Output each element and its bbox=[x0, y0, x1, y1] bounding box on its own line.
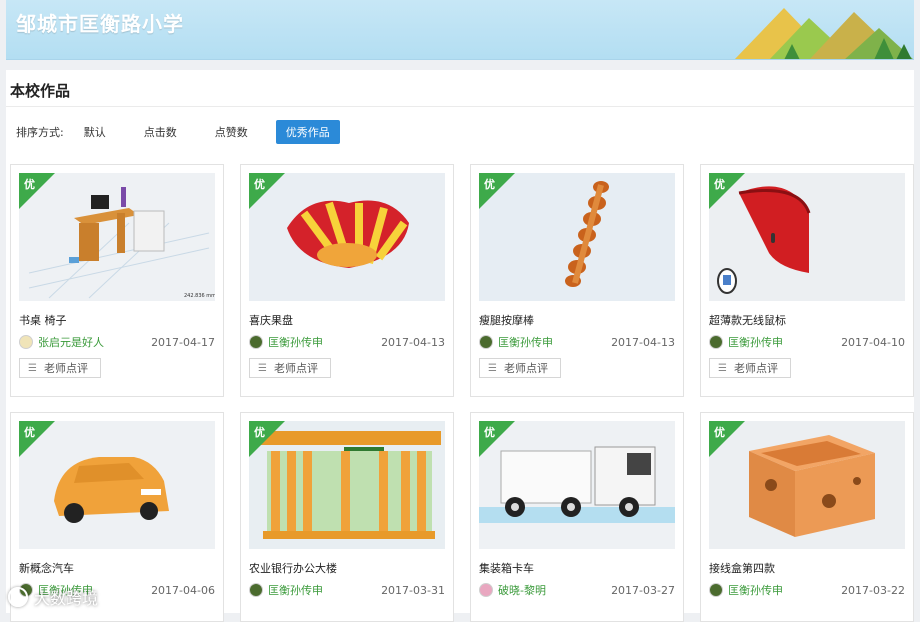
teacher-review-button[interactable]: ☰ 老师点评 bbox=[709, 358, 791, 378]
work-date: 2017-03-22 bbox=[841, 583, 905, 597]
work-thumbnail[interactable]: 优 bbox=[249, 421, 445, 549]
work-meta: 破晓-黎明 2017-03-27 bbox=[479, 581, 675, 599]
excellent-badge-label: 优 bbox=[484, 426, 495, 439]
teacher-review-button[interactable]: ☰ 老师点评 bbox=[249, 358, 331, 378]
work-title[interactable]: 新概念汽车 bbox=[19, 560, 74, 576]
teacher-review-label: 老师点评 bbox=[503, 362, 548, 375]
work-meta: 匡衡孙传申 2017-04-10 bbox=[709, 333, 905, 351]
work-title[interactable]: 集装箱卡车 bbox=[479, 560, 534, 576]
excellent-badge-label: 优 bbox=[24, 426, 35, 439]
work-thumbnail[interactable]: 优 bbox=[479, 421, 675, 549]
list-icon: ☰ bbox=[28, 362, 37, 374]
sort-option-default[interactable]: 默认 bbox=[74, 120, 116, 144]
teacher-review-button[interactable]: ☰ 老师点评 bbox=[479, 358, 561, 378]
work-thumbnail[interactable]: 242.836 mm 优 bbox=[19, 173, 215, 301]
author-name[interactable]: 匡衡孙传申 bbox=[728, 582, 783, 598]
work-thumbnail[interactable]: 优 bbox=[709, 173, 905, 301]
work-card[interactable]: 优 接线盒第四款 匡衡孙传申 2017-03-22 bbox=[700, 412, 914, 622]
work-title[interactable]: 超薄款无线鼠标 bbox=[709, 312, 786, 328]
excellent-badge-label: 优 bbox=[254, 178, 265, 191]
excellent-badge-label: 优 bbox=[254, 426, 265, 439]
author-name[interactable]: 匡衡孙传申 bbox=[268, 582, 323, 598]
work-title[interactable]: 喜庆果盘 bbox=[249, 312, 293, 328]
mountain-scenery-icon bbox=[734, 8, 913, 59]
work-thumbnail[interactable]: 优 bbox=[709, 421, 905, 549]
divider bbox=[6, 106, 914, 107]
watermark-logo-icon bbox=[8, 587, 28, 607]
school-name: 邹城市匡衡路小学 bbox=[16, 12, 184, 36]
work-meta: 匡衡孙传申 2017-03-31 bbox=[249, 581, 445, 599]
author-name[interactable]: 匡衡孙传申 bbox=[268, 334, 323, 350]
avatar[interactable] bbox=[19, 335, 33, 349]
list-icon: ☰ bbox=[258, 362, 267, 374]
sort-label: 排序方式: bbox=[16, 126, 64, 139]
teacher-review-button[interactable]: ☰ 老师点评 bbox=[19, 358, 101, 378]
work-title[interactable]: 农业银行办公大楼 bbox=[249, 560, 337, 576]
work-meta: 匡衡孙传申 2017-04-13 bbox=[249, 333, 445, 351]
work-date: 2017-04-10 bbox=[841, 335, 905, 349]
work-meta: 匡衡孙传申 2017-04-13 bbox=[479, 333, 675, 351]
work-meta: 匡衡孙传申 2017-03-22 bbox=[709, 581, 905, 599]
work-card[interactable]: 优 瘦腿按摩棒 匡衡孙传申 2017-04-13 ☰ 老师点评 bbox=[470, 164, 684, 397]
work-date: 2017-04-13 bbox=[611, 335, 675, 349]
work-card[interactable]: 242.836 mm 优 书桌 椅子 张启元是好人 2017-04-17 ☰ 老… bbox=[10, 164, 224, 397]
avatar[interactable] bbox=[479, 583, 493, 597]
work-date: 2017-04-13 bbox=[381, 335, 445, 349]
work-date: 2017-04-06 bbox=[151, 583, 215, 597]
work-thumbnail[interactable]: 优 bbox=[479, 173, 675, 301]
work-card[interactable]: 优 农业银行办公大楼 匡衡孙传申 2017-03-31 bbox=[240, 412, 454, 622]
work-thumbnail[interactable]: 优 bbox=[249, 173, 445, 301]
sort-bar: 排序方式: 默认 点击数 点赞数 优秀作品 bbox=[16, 120, 358, 144]
sort-option-clicks[interactable]: 点击数 bbox=[134, 120, 187, 144]
work-card[interactable]: 优 喜庆果盘 匡衡孙传申 2017-04-13 ☰ 老师点评 bbox=[240, 164, 454, 397]
section-title: 本校作品 bbox=[10, 82, 71, 100]
author-name[interactable]: 破晓-黎明 bbox=[498, 582, 546, 598]
header-banner: 邹城市匡衡路小学 bbox=[6, 0, 914, 60]
svg-text:242.836 mm: 242.836 mm bbox=[184, 293, 215, 299]
work-title[interactable]: 书桌 椅子 bbox=[19, 312, 67, 328]
avatar[interactable] bbox=[249, 335, 263, 349]
excellent-badge-label: 优 bbox=[484, 178, 495, 191]
author-name[interactable]: 匡衡孙传申 bbox=[498, 334, 553, 350]
work-date: 2017-04-17 bbox=[151, 335, 215, 349]
work-title[interactable]: 接线盒第四款 bbox=[709, 560, 775, 576]
teacher-review-label: 老师点评 bbox=[273, 362, 318, 375]
avatar[interactable] bbox=[709, 583, 723, 597]
work-date: 2017-03-27 bbox=[611, 583, 675, 597]
list-icon: ☰ bbox=[718, 362, 727, 374]
author-name[interactable]: 张启元是好人 bbox=[38, 334, 104, 350]
excellent-badge-label: 优 bbox=[714, 426, 725, 439]
work-title[interactable]: 瘦腿按摩棒 bbox=[479, 312, 534, 328]
work-thumbnail[interactable]: 优 bbox=[19, 421, 215, 549]
avatar[interactable] bbox=[479, 335, 493, 349]
avatar[interactable] bbox=[709, 335, 723, 349]
sort-option-excellent[interactable]: 优秀作品 bbox=[275, 120, 340, 144]
list-icon: ☰ bbox=[488, 362, 497, 374]
work-meta: 张启元是好人 2017-04-17 bbox=[19, 333, 215, 351]
works-panel: 本校作品 排序方式: 默认 点击数 点赞数 优秀作品 242.836 mm 优 … bbox=[6, 70, 914, 622]
work-date: 2017-03-31 bbox=[381, 583, 445, 597]
watermark: 大数跨境 bbox=[8, 585, 98, 609]
sort-option-likes[interactable]: 点赞数 bbox=[205, 120, 258, 144]
teacher-review-label: 老师点评 bbox=[733, 362, 778, 375]
excellent-badge-label: 优 bbox=[714, 178, 725, 191]
excellent-badge-label: 优 bbox=[24, 178, 35, 191]
author-name[interactable]: 匡衡孙传申 bbox=[728, 334, 783, 350]
work-card[interactable]: 优 超薄款无线鼠标 匡衡孙传申 2017-04-10 ☰ 老师点评 bbox=[700, 164, 914, 397]
avatar[interactable] bbox=[249, 583, 263, 597]
watermark-text: 大数跨境 bbox=[34, 589, 99, 608]
teacher-review-label: 老师点评 bbox=[43, 362, 88, 375]
work-card[interactable]: 优 集装箱卡车 破晓-黎明 2017-03-27 bbox=[470, 412, 684, 622]
